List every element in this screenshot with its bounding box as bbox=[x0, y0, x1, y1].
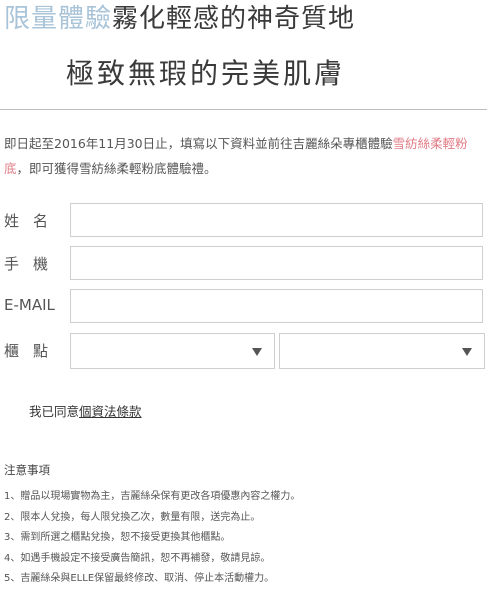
intro-part-2: ，即可獲得雪紡絲柔輕粉底體驗禮。 bbox=[16, 161, 217, 176]
phone-input[interactable] bbox=[70, 246, 483, 280]
counter-label: 櫃點 bbox=[4, 342, 63, 360]
privacy-terms-link[interactable]: 個資法條款 bbox=[79, 404, 142, 419]
notes-list: 1、贈品以現場實物為主，吉麗絲朵保有更改各項優惠內容之權力。 2、限本人兌換，每… bbox=[4, 487, 300, 590]
email-input[interactable] bbox=[70, 289, 483, 323]
list-item: 4、如遇手機設定不接受廣告簡訊，恕不再補發，敬請見諒。 bbox=[4, 552, 271, 564]
name-input[interactable] bbox=[70, 203, 483, 237]
list-item: 1、贈品以現場實物為主，吉麗絲朵保有更改各項優惠內容之權力。 bbox=[4, 491, 301, 502]
headline-line-1: 限量體驗霧化輕感的神奇質地 bbox=[4, 0, 355, 35]
email-row: E-MAIL bbox=[0, 289, 487, 325]
chevron-down-icon bbox=[462, 348, 472, 356]
agree-prefix: 我已同意 bbox=[29, 404, 80, 419]
counter-row: 櫃點 bbox=[0, 333, 487, 369]
phone-row: 手機 bbox=[0, 246, 487, 282]
email-label: E-MAIL bbox=[4, 296, 55, 314]
notes-title: 注意事項 bbox=[4, 463, 50, 477]
chevron-down-icon bbox=[252, 348, 262, 356]
list-item: 3、需到所選之櫃點兌換，恕不接受更換其他櫃點。 bbox=[4, 532, 231, 543]
name-row: 姓名 bbox=[0, 203, 487, 239]
agree-text: 我已同意個資法條款 bbox=[29, 401, 142, 420]
counter-select-region[interactable] bbox=[70, 333, 275, 369]
list-item: 2、限本人兌換，每人限兌換乙次，數量有限，送完為止。 bbox=[4, 511, 261, 523]
headline-rest: 霧化輕感的神奇質地 bbox=[112, 4, 356, 34]
intro-part-1: 即日起至2016年11月30日止，填寫以下資料並前往吉麗絲朵專櫃體驗 bbox=[4, 136, 393, 151]
headline-highlight: 限量體驗 bbox=[4, 4, 113, 34]
name-label: 姓名 bbox=[4, 212, 63, 230]
phone-label: 手機 bbox=[4, 255, 63, 273]
intro-text: 即日起至2016年11月30日止，填寫以下資料並前往吉麗絲朵專櫃體驗雪紡絲柔輕粉… bbox=[4, 131, 484, 181]
headline-line-2: 極致無瑕的完美肌膚 bbox=[66, 57, 346, 90]
counter-select-store[interactable] bbox=[279, 333, 485, 369]
divider bbox=[0, 109, 487, 110]
list-item: 5、吉麗絲朵與ELLE保留最終修改、取消、停止本活動權力。 bbox=[4, 573, 275, 584]
